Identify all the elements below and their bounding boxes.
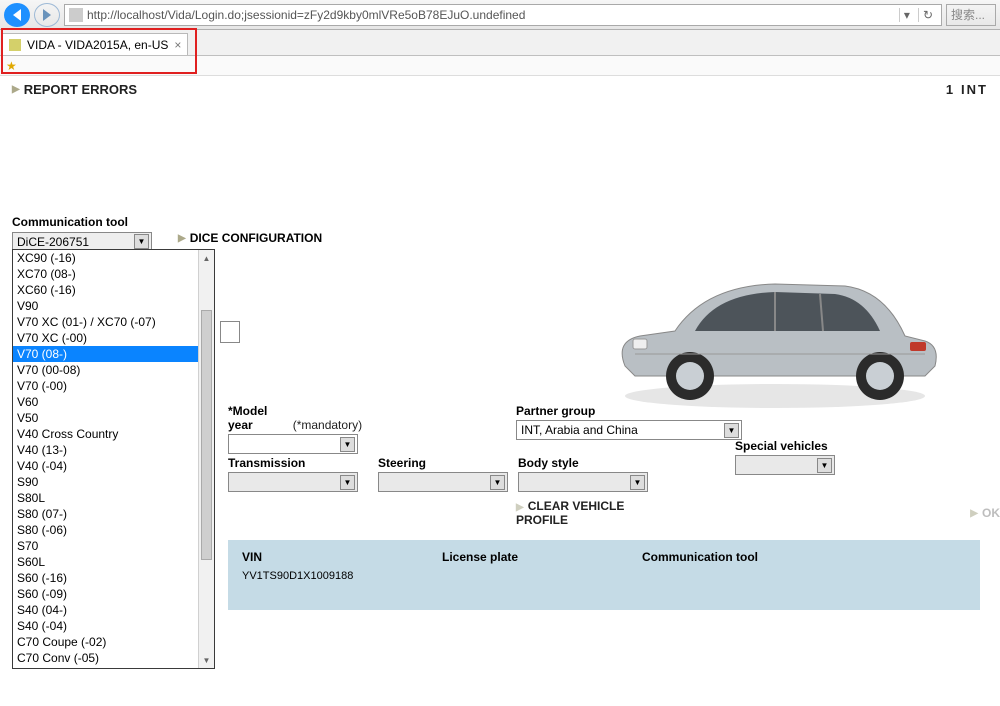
model-option[interactable]: V40 (-04) bbox=[13, 458, 214, 474]
search-placeholder: 搜索... bbox=[951, 6, 985, 23]
model-option[interactable]: XC90 (-16) bbox=[13, 250, 214, 266]
body-style-select[interactable]: ▼ bbox=[518, 472, 648, 492]
url-text: http://localhost/Vida/Login.do;jsessioni… bbox=[87, 8, 525, 22]
url-bar[interactable]: http://localhost/Vida/Login.do;jsessioni… bbox=[64, 4, 942, 26]
steering-select[interactable]: ▼ bbox=[378, 472, 508, 492]
partner-group-select[interactable]: INT, Arabia and China ▼ bbox=[516, 420, 742, 440]
model-dropdown-list[interactable]: XC90 (-16)XC70 (08-)XC60 (-16)V90V70 XC … bbox=[12, 249, 215, 669]
model-option[interactable]: S40 (04-) bbox=[13, 602, 214, 618]
int-label: 1INT bbox=[946, 82, 988, 97]
arrow-left-icon bbox=[13, 9, 21, 21]
chevron-down-icon: ▼ bbox=[340, 475, 355, 490]
partner-group-value: INT, Arabia and China bbox=[521, 423, 638, 437]
url-dropdown-icon[interactable]: ▾ bbox=[899, 8, 914, 22]
car-icon bbox=[605, 236, 945, 416]
page-icon bbox=[69, 8, 83, 22]
tab-close-icon[interactable]: × bbox=[174, 38, 181, 52]
scroll-down-icon[interactable]: ▼ bbox=[199, 652, 214, 668]
comm-tool-value: DiCE-206751 bbox=[17, 235, 89, 249]
partner-group-label: Partner group bbox=[516, 404, 742, 418]
model-option[interactable]: S80 (-06) bbox=[13, 522, 214, 538]
model-option[interactable]: V70 XC (-00) bbox=[13, 330, 214, 346]
vin-header: VIN bbox=[242, 550, 442, 564]
favorites-bar: ★ bbox=[0, 56, 1000, 76]
steering-label: Steering bbox=[378, 456, 518, 470]
search-box[interactable]: 搜索... bbox=[946, 4, 996, 26]
back-button[interactable] bbox=[4, 3, 30, 27]
chevron-down-icon: ▼ bbox=[630, 475, 645, 490]
license-plate-header: License plate bbox=[442, 550, 642, 564]
model-option[interactable]: S70 bbox=[13, 538, 214, 554]
forward-button[interactable] bbox=[34, 3, 60, 27]
special-vehicles-select[interactable]: ▼ bbox=[735, 455, 835, 475]
model-option[interactable]: S80 (07-) bbox=[13, 506, 214, 522]
arrow-right-icon bbox=[43, 9, 51, 21]
clear-vehicle-profile-link[interactable]: ▶CLEAR VEHICLE PROFILE bbox=[516, 499, 670, 527]
model-year-select[interactable]: ▼ bbox=[228, 434, 358, 454]
vin-panel: VIN License plate Communication tool YV1… bbox=[228, 540, 980, 610]
vehicle-image bbox=[600, 226, 950, 426]
body-style-label: Body style bbox=[518, 456, 728, 470]
dice-configuration-link[interactable]: ▶ DICE CONFIGURATION bbox=[178, 231, 322, 245]
scroll-thumb[interactable] bbox=[201, 310, 212, 560]
model-option[interactable]: S60L bbox=[13, 554, 214, 570]
special-vehicles-label: Special vehicles bbox=[735, 439, 835, 453]
model-option[interactable]: V90 bbox=[13, 298, 214, 314]
triangle-icon: ▶ bbox=[970, 508, 978, 519]
model-option[interactable]: C70 Conv (-05) bbox=[13, 650, 214, 666]
model-option[interactable]: S90 bbox=[13, 474, 214, 490]
tab-bar: VIDA - VIDA2015A, en-US × bbox=[0, 30, 1000, 56]
model-year-label: *Model year(*mandatory) bbox=[228, 404, 378, 432]
model-option[interactable]: V50 bbox=[13, 410, 214, 426]
tab-favicon bbox=[9, 39, 21, 51]
model-option[interactable]: XC60 (-16) bbox=[13, 282, 214, 298]
model-option[interactable]: V70 XC (01-) / XC70 (-07) bbox=[13, 314, 214, 330]
triangle-icon: ▶ bbox=[12, 84, 20, 95]
triangle-icon: ▶ bbox=[516, 502, 524, 513]
model-option[interactable]: C70 (06-) bbox=[13, 666, 214, 669]
chevron-down-icon: ▼ bbox=[490, 475, 505, 490]
model-option[interactable]: C70 Coupe (-02) bbox=[13, 634, 214, 650]
chevron-down-icon: ▼ bbox=[134, 234, 149, 249]
model-option[interactable]: V40 Cross Country bbox=[13, 426, 214, 442]
model-option[interactable]: V70 (-00) bbox=[13, 378, 214, 394]
model-option[interactable]: XC70 (08-) bbox=[13, 266, 214, 282]
transmission-select[interactable]: ▼ bbox=[228, 472, 358, 492]
refresh-icon[interactable]: ↻ bbox=[918, 8, 937, 22]
chevron-down-icon: ▼ bbox=[724, 423, 739, 438]
triangle-icon: ▶ bbox=[178, 233, 186, 244]
browser-tab[interactable]: VIDA - VIDA2015A, en-US × bbox=[2, 33, 188, 55]
model-option[interactable]: V60 bbox=[13, 394, 214, 410]
comm-tool-header: Communication tool bbox=[642, 550, 842, 564]
scrollbar[interactable]: ▲ ▼ bbox=[198, 250, 214, 668]
model-option[interactable]: V40 (13-) bbox=[13, 442, 214, 458]
transmission-label: Transmission bbox=[228, 456, 378, 470]
tab-title: VIDA - VIDA2015A, en-US bbox=[27, 38, 168, 52]
report-errors-label[interactable]: REPORT ERRORS bbox=[24, 82, 137, 97]
small-input[interactable] bbox=[220, 321, 240, 343]
model-option[interactable]: S80L bbox=[13, 490, 214, 506]
vin-value: YV1TS90D1X1009188 bbox=[228, 570, 980, 582]
model-option[interactable]: S60 (-16) bbox=[13, 570, 214, 586]
model-option[interactable]: S60 (-09) bbox=[13, 586, 214, 602]
scroll-up-icon[interactable]: ▲ bbox=[199, 250, 214, 266]
ok-button: ▶OK bbox=[970, 506, 1000, 520]
model-option[interactable]: V70 (00-08) bbox=[13, 362, 214, 378]
chevron-down-icon: ▼ bbox=[817, 458, 832, 473]
browser-toolbar: http://localhost/Vida/Login.do;jsessioni… bbox=[0, 0, 1000, 30]
favorites-star-icon[interactable]: ★ bbox=[6, 59, 17, 73]
model-option[interactable]: S40 (-04) bbox=[13, 618, 214, 634]
model-option[interactable]: V70 (08-) bbox=[13, 346, 214, 362]
chevron-down-icon: ▼ bbox=[340, 437, 355, 452]
